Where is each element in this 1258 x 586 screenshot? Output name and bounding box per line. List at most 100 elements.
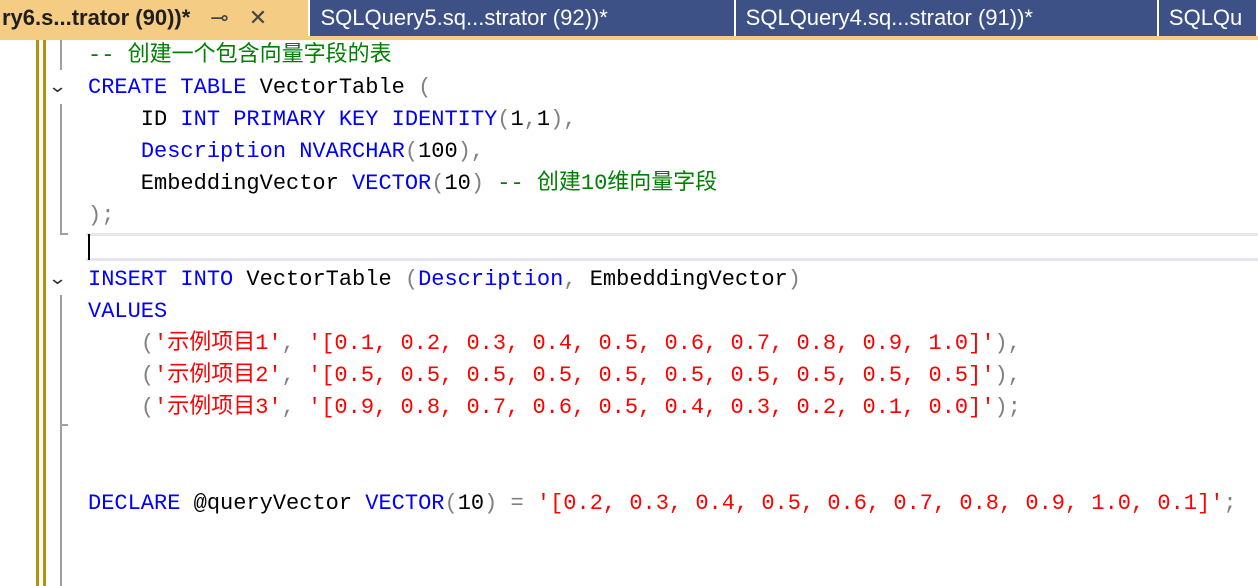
code-token: '示例项目2' xyxy=(154,363,282,388)
code-line[interactable]: Description NVARCHAR(100), xyxy=(88,136,1237,168)
code-token: ) xyxy=(470,171,485,196)
code-token: ( xyxy=(418,75,432,100)
code-token: ); xyxy=(88,203,115,228)
code-token: ( xyxy=(444,491,458,516)
outline-end xyxy=(60,233,68,235)
tab-sqlquery6[interactable]: ry6.s...trator (90))* ⊸ ✕ xyxy=(0,0,311,36)
code-token: ( xyxy=(404,139,419,164)
code-token: ) xyxy=(787,267,801,292)
code-line[interactable]: CREATE TABLE VectorTable ( xyxy=(88,72,1237,104)
code-token: '示例项目1' xyxy=(154,331,282,356)
code-token: Description xyxy=(418,267,564,292)
code-token: 100 xyxy=(418,139,458,164)
pin-icon[interactable]: ⊸ xyxy=(210,5,228,31)
outline-line xyxy=(60,424,62,586)
outline-line xyxy=(60,295,62,425)
code-token: ); xyxy=(994,395,1021,420)
code-token: @queryVector xyxy=(180,491,366,516)
code-line[interactable]: EmbeddingVector VECTOR(10) -- 创建10维向量字段 xyxy=(88,168,1237,200)
code-token: ), xyxy=(550,107,577,132)
code-token: '示例项目3' xyxy=(154,395,282,420)
code-line[interactable]: ('示例项目1', '[0.1, 0.2, 0.3, 0.4, 0.5, 0.6… xyxy=(88,328,1237,360)
code-token: '[0.5, 0.5, 0.5, 0.5, 0.5, 0.5, 0.5, 0.5… xyxy=(308,363,995,388)
code-token: -- 创建10维向量字段 xyxy=(497,171,718,196)
code-token: IDENTITY xyxy=(391,107,498,132)
code-line[interactable]: ('示例项目3', '[0.9, 0.8, 0.7, 0.6, 0.5, 0.4… xyxy=(88,392,1237,424)
code-token: '[0.2, 0.3, 0.4, 0.5, 0.6, 0.7, 0.8, 0.9… xyxy=(536,491,1224,516)
code-line[interactable] xyxy=(88,424,1237,456)
change-marker xyxy=(43,40,46,586)
code-token: 10 xyxy=(457,491,485,516)
collapse-icon[interactable]: ⌄ xyxy=(48,268,68,289)
code-token: ( xyxy=(140,331,155,356)
code-line[interactable]: -- 创建一个包含向量字段的表 xyxy=(88,40,1237,72)
code-line[interactable]: ('示例项目2', '[0.5, 0.5, 0.5, 0.5, 0.5, 0.5… xyxy=(88,360,1237,392)
code-token: , xyxy=(563,267,577,292)
tab-label: SQLQuery5.sq...strator (92))* xyxy=(320,5,608,30)
code-token: '[0.1, 0.2, 0.3, 0.4, 0.5, 0.6, 0.7, 0.8… xyxy=(308,331,995,356)
document-tabs: ry6.s...trator (90))* ⊸ ✕ SQLQuery5.sq..… xyxy=(0,0,1258,38)
code-line[interactable]: ); xyxy=(88,200,1237,232)
code-token: , xyxy=(281,363,309,388)
tab-label: SQLQuery4.sq...strator (91))* xyxy=(745,5,1033,30)
code-token: NVARCHAR xyxy=(299,139,405,164)
code-token: VECTOR xyxy=(352,171,432,196)
code-token: TABLE xyxy=(180,75,247,100)
code-token: 10 xyxy=(444,171,471,196)
code-token: '[0.9, 0.8, 0.7, 0.6, 0.5, 0.4, 0.3, 0.2… xyxy=(308,395,995,420)
code-token: ( xyxy=(140,395,155,420)
collapse-icon[interactable]: ⌄ xyxy=(48,76,68,97)
code-token: VectorTable xyxy=(233,267,405,292)
code-line[interactable] xyxy=(88,456,1237,488)
code-token: VECTOR xyxy=(365,491,445,516)
code-line[interactable] xyxy=(88,232,1237,264)
tab-label: ry6.s...trator (90))* xyxy=(2,5,191,30)
tab-label: SQLQu xyxy=(1168,5,1243,30)
tab-sqlquery4[interactable]: SQLQuery4.sq...strator (91))* xyxy=(735,0,1159,36)
close-icon[interactable]: ✕ xyxy=(249,5,267,31)
tab-sqlquery-other[interactable]: SQLQu xyxy=(1158,0,1258,36)
code-token: ), xyxy=(994,331,1021,356)
code-token: 1 xyxy=(510,107,524,132)
code-token: INSERT xyxy=(88,267,168,292)
code-token: INTO xyxy=(180,267,234,292)
sql-editor[interactable]: -- 创建一个包含向量字段的表 CREATE TABLE VectorTable … xyxy=(88,40,1237,520)
code-line[interactable]: ID INT PRIMARY KEY IDENTITY(1,1), xyxy=(88,104,1237,136)
code-token: ( xyxy=(140,363,155,388)
code-line[interactable]: INSERT INTO VectorTable (Description, Em… xyxy=(88,264,1237,296)
code-token: = xyxy=(497,491,537,516)
change-marker xyxy=(36,40,39,586)
code-token: Description xyxy=(140,139,287,164)
code-token: ), xyxy=(994,363,1021,388)
code-token: VALUES xyxy=(88,299,168,324)
code-token: -- 创建一个包含向量字段的表 xyxy=(88,43,392,68)
code-token: KEY xyxy=(338,107,379,132)
code-token: PRIMARY xyxy=(233,107,326,132)
code-token: EmbeddingVector xyxy=(88,171,353,196)
code-token: ID xyxy=(88,107,181,132)
outline-line xyxy=(60,104,62,234)
code-line[interactable]: VALUES xyxy=(88,296,1237,328)
code-token: ), xyxy=(457,139,485,164)
code-token: CREATE xyxy=(88,75,168,100)
code-token: , xyxy=(281,331,309,356)
code-token: VectorTable xyxy=(246,75,419,100)
outline-line xyxy=(60,40,62,70)
code-line[interactable]: DECLARE @queryVector VECTOR(10) = '[0.2,… xyxy=(88,488,1237,520)
code-token: 1 xyxy=(536,107,551,132)
code-token: ; xyxy=(1223,491,1237,516)
code-token: INT xyxy=(180,107,221,132)
tab-sqlquery5[interactable]: SQLQuery5.sq...strator (92))* xyxy=(310,0,736,36)
code-token: DECLARE xyxy=(88,491,181,516)
code-token: ( xyxy=(431,171,445,196)
code-token: EmbeddingVector xyxy=(576,267,788,292)
